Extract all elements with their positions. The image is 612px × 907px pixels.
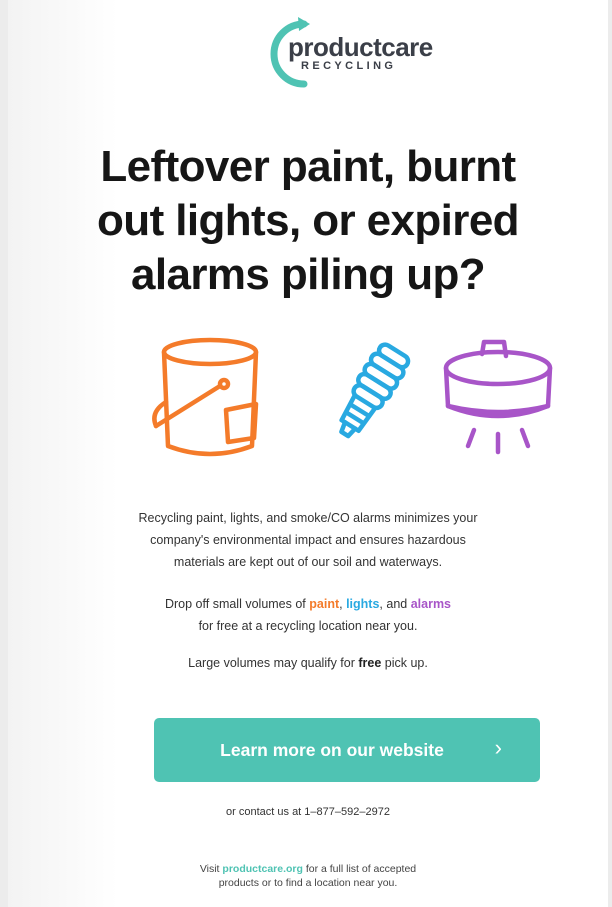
smoke-alarm-icon <box>443 339 553 455</box>
headline: Leftover paint, burnt out lights, or exp… <box>68 140 548 302</box>
headline-line: alarms piling up? <box>130 250 486 299</box>
dropoff-paragraph: Drop off small volumes of paint, lights,… <box>164 597 452 633</box>
chevron-right-icon: › <box>494 735 502 760</box>
productcare-website-link[interactable]: productcare.org <box>222 863 303 875</box>
paint-can-icon <box>152 337 259 457</box>
intro-paragraph: Recycling paint, lights, and smoke/CO al… <box>138 511 478 569</box>
learn-more-label: Learn more on our website <box>220 739 444 760</box>
contact-phone[interactable]: or contact us at 1–877–592–2972 <box>108 806 508 818</box>
email-body: productcare RECYCLING Leftover paint, bu… <box>8 0 608 907</box>
footer-text: Visit productcare.org for a full list of… <box>199 863 417 889</box>
learn-more-button[interactable]: Learn more on our website › <box>154 718 540 782</box>
paint-link[interactable]: paint <box>309 597 339 611</box>
headline-line: Leftover paint, burnt <box>100 142 516 191</box>
logo-wordmark: productcare <box>288 32 433 62</box>
pickup-paragraph: Large volumes may qualify for free pick … <box>188 656 428 670</box>
light-bulb-icon <box>339 342 411 439</box>
alarms-link[interactable]: alarms <box>411 597 451 611</box>
productcare-logo[interactable]: productcare RECYCLING <box>260 14 433 90</box>
logo-subtitle: RECYCLING <box>301 60 397 72</box>
product-icons <box>152 337 553 457</box>
headline-line: out lights, or expired <box>97 196 520 245</box>
lights-link[interactable]: lights <box>346 597 379 611</box>
free-emphasis: free <box>358 656 382 670</box>
